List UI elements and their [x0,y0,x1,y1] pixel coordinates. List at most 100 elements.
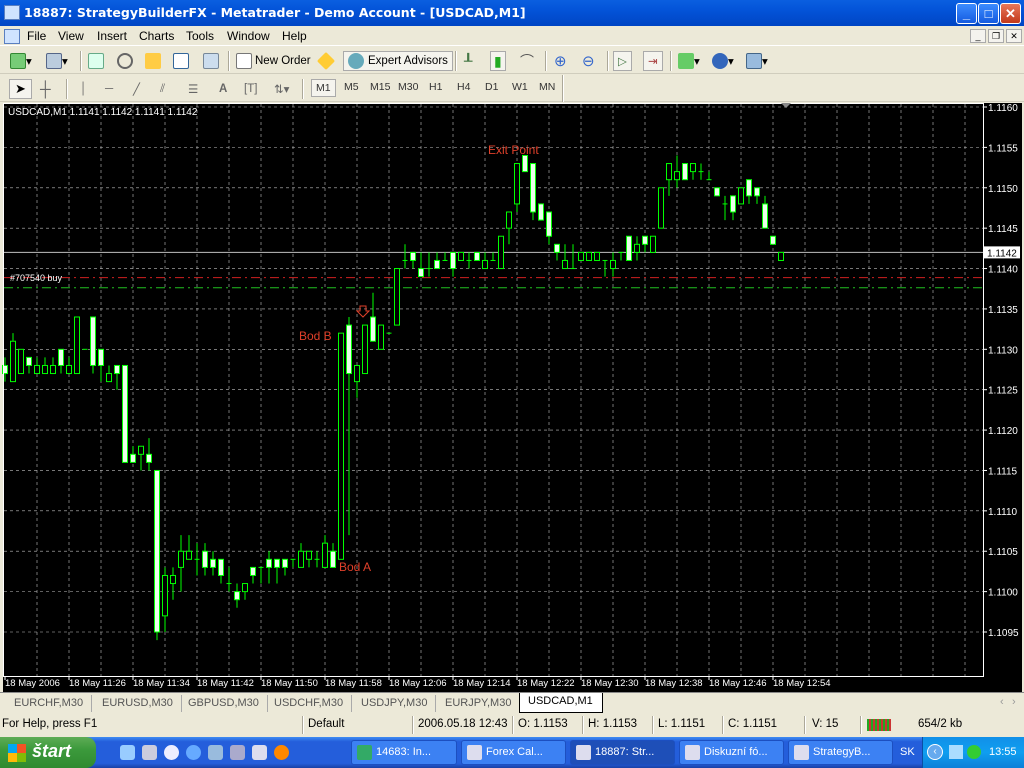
candle-bear [210,558,216,568]
time-label: 18 May 12:30 [581,678,639,689]
candle-bull [458,251,464,261]
candle-bull [242,583,248,593]
candle-bear [474,251,480,261]
candle-bull [298,550,304,568]
price-label: 1.1155 [988,143,1018,154]
candle-bull [666,163,672,181]
task-diskuzni[interactable]: Diskuzní fó... [679,740,784,765]
status-traffic: 654/2 kb [918,718,963,730]
current-price-label: 1.1142 [987,248,1017,259]
candle-bull [10,340,16,383]
candle-bear [530,163,536,213]
candle-bear [282,558,288,568]
candle-bear [730,195,736,213]
time-label: 18 May 11:34 [133,678,190,689]
time-label: 18 May 11:42 [197,678,254,689]
candle-bull [50,364,56,375]
start-button[interactable]: štart [0,737,96,768]
candle-bull [738,187,744,205]
candle-bull [186,550,192,560]
candle-bear [98,348,104,366]
price-label: 1.1140 [988,265,1018,276]
network-icon[interactable] [230,745,245,760]
task-app-icon [357,745,372,760]
network-tray-icon[interactable] [949,745,963,759]
candle-bull [594,251,600,261]
task-label: 18887: Str... [595,746,655,758]
annotation-bod-a: Bod A [339,560,371,574]
candle-bull [322,542,328,568]
candle-bear [418,268,424,278]
candle-bear [114,364,120,375]
tab-scroll-left-button[interactable]: ‹ [1000,696,1004,708]
tab-usdjpy[interactable]: USDJPY,M30 [353,695,437,712]
price-label: 1.1105 [988,547,1018,558]
price-chart[interactable]: 1.1160 1.1155 1.1150 1.1145 1.1140 1.1135 1.11… [2,103,1022,692]
ie-icon [685,745,700,760]
outlook-icon[interactable] [208,745,223,760]
candle-bull [634,243,640,253]
candle-bull [674,171,680,181]
tab-scroll-right-button[interactable]: › [1012,696,1016,708]
task-label: Diskuzní fó... [704,746,768,758]
status-help: For Help, press F1 [2,718,98,730]
tab-usdchf[interactable]: USDCHF,M30 [266,695,353,712]
candle-bull [562,259,568,270]
tray-expand-icon[interactable]: ‹ [927,744,943,760]
time-label: 18 May 12:38 [645,678,703,689]
price-label: 1.1150 [988,184,1018,195]
task-forex-cal[interactable]: Forex Cal... [461,740,566,765]
clock[interactable]: 13:55 [989,746,1017,758]
task-strategyb[interactable]: StrategyB... [788,740,893,765]
tab-gbpusd[interactable]: GBPUSD,M30 [180,695,268,712]
candle-bull [42,364,48,375]
candle-bear [626,235,632,261]
annotation-exit-point: Exit Point [488,143,539,157]
task-14683[interactable]: 14683: In... [351,740,457,765]
ie-quicklaunch-icon[interactable] [120,745,135,760]
candle-bull [362,324,368,375]
browser-icon[interactable] [186,745,201,760]
media-player-icon[interactable] [164,745,179,760]
chart-canvas[interactable]: 1.1160 1.1155 1.1150 1.1145 1.1140 1.1135 1.11… [0,0,1024,692]
task-label: 14683: In... [376,746,432,758]
candle-bear [26,356,32,366]
shift-marker-icon[interactable] [781,103,791,108]
language-indicator[interactable]: SK [900,746,915,758]
candle-bear [330,550,336,568]
separator [860,716,862,734]
plot-border [3,103,984,677]
candle-bull [306,550,312,560]
candle-bull [778,251,784,261]
candle-bear [538,203,544,221]
candle-bear [250,566,256,576]
notepad-icon[interactable] [252,745,267,760]
tab-usdcad[interactable]: USDCAD,M1 [519,693,603,713]
candle-bear [130,453,136,463]
time-label: 18 May 12:46 [709,678,767,689]
candle-bull [498,235,504,270]
status-volume: V: 15 [812,718,839,730]
tab-eurusd[interactable]: EURUSD,M30 [94,695,182,712]
candle-bull [338,332,344,560]
candle-bear [234,591,240,601]
candle-bull [394,268,400,326]
firefox-icon[interactable] [274,745,289,760]
candle-bull [74,316,80,375]
tab-eurjpy[interactable]: EURJPY,M30 [437,695,521,712]
task-metatrader[interactable]: 18887: Str... [570,740,675,765]
candle-bull [514,163,520,205]
candle-bear [522,154,528,173]
candle-bull [506,211,512,229]
candle-bear [714,187,720,197]
show-desktop-icon[interactable] [142,745,157,760]
sell-arrow-icon [355,305,371,318]
time-label: 18 May 11:58 [325,678,382,689]
status-datetime: 2006.05.18 12:43 [418,718,508,730]
tab-eurchf[interactable]: EURCHF,M30 [6,695,93,712]
candle-bear [146,453,152,463]
status-bar: For Help, press F1 Default 2006.05.18 12… [0,714,1024,736]
candle-bull [658,187,664,229]
icq-tray-icon[interactable] [967,745,981,759]
time-label: 18 May 11:26 [69,678,126,689]
